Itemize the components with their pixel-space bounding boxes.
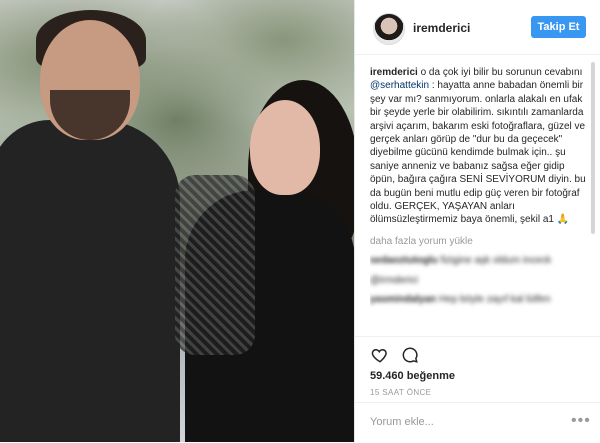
more-options-icon[interactable]: ••• [571,412,591,430]
heart-icon[interactable] [371,346,389,364]
comments-section: iremderici o da çok iyi bilir bu sorunun… [370,66,588,322]
post-sidebar: iremderici Takip Et iremderici o da çok … [354,0,600,442]
post-timestamp: 15 SAAT ÖNCE [370,388,432,397]
comment-text: Hep böyle zayıf kal lütfen [436,294,551,306]
header-username[interactable]: iremderici [413,21,470,35]
actions-bar [355,336,600,373]
comment-username[interactable]: yasmindalyan [370,294,436,305]
comments-scrollbar[interactable] [591,62,595,234]
comment-item: sedaoztutoglu fizigine aşk oldum inceck [370,254,588,267]
caption: iremderici o da çok iyi bilir bu sorunun… [370,66,588,227]
comment-item: yasmindalyan Hep böyle zayıf kal lütfen [370,293,588,306]
comment-icon[interactable] [401,346,419,364]
caption-username[interactable]: iremderici [370,67,418,78]
lace-sweater [175,175,255,355]
avatar[interactable] [373,13,405,45]
instagram-post: iremderici Takip Et iremderici o da çok … [0,0,600,442]
comment-text: fizigine aşk oldum inceck [437,255,552,267]
follow-button[interactable]: Takip Et [531,16,586,38]
comment-username[interactable]: sedaoztutoglu [370,255,438,266]
post-photo[interactable] [0,0,354,442]
woman-face [250,100,320,195]
caption-text-b: : hayatta anne babadan önemli bir şey va… [370,80,586,226]
caption-mention[interactable]: @serhattekin [370,80,429,91]
add-comment-input[interactable]: Yorum ekle... [370,416,434,428]
comment-text: @irmderici [370,274,418,286]
man-figure [0,120,180,442]
caption-text-a: o da çok iyi bilir bu sorunun cevabını [417,67,583,78]
load-more-comments[interactable]: daha fazla yorum yükle [370,235,588,248]
comment-item: @irmderici [370,274,588,287]
likes-count[interactable]: 59.460 beğenme [370,370,455,382]
